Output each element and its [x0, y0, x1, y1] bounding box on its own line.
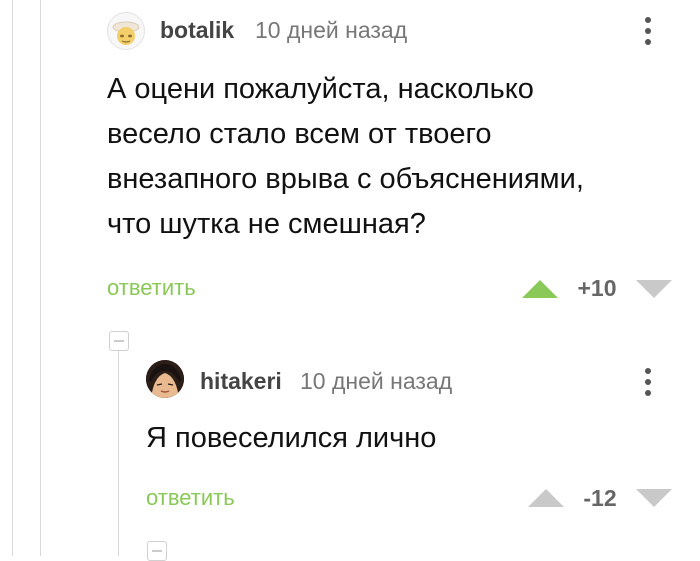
- downvote-arrow-icon[interactable]: [636, 280, 672, 298]
- comment-text-line: А оцени пожалуйста, насколько: [107, 73, 534, 105]
- collapse-thread-icon[interactable]: [147, 541, 167, 561]
- reply-button[interactable]: ответить: [146, 485, 235, 511]
- thread-line-level-1: [40, 0, 41, 556]
- downvote-arrow-icon[interactable]: [636, 489, 672, 507]
- thread-line-level-2: [118, 350, 119, 556]
- comment-timestamp[interactable]: 10 дней назад: [300, 368, 452, 395]
- upvote-arrow-icon[interactable]: [528, 489, 564, 507]
- comment-rating: +10: [577, 275, 617, 301]
- more-vertical-icon[interactable]: [643, 17, 653, 45]
- comment-text-line: весело стало всем от твоего: [107, 118, 492, 150]
- reply-button[interactable]: ответить: [107, 275, 196, 301]
- comment-text: Я повеселился лично: [146, 416, 436, 461]
- comment-text: А оцени пожалуйста, насколько весело ста…: [107, 67, 584, 247]
- comment-author[interactable]: botalik: [160, 17, 234, 44]
- comment-text-line: внезапного врыва с объяснениями,: [107, 163, 584, 195]
- avatar-hitakeri[interactable]: [146, 360, 184, 398]
- comment-author[interactable]: hitakeri: [200, 368, 282, 395]
- avatar-image: [112, 21, 140, 45]
- collapse-thread-icon[interactable]: [109, 331, 129, 351]
- upvote-arrow-icon[interactable]: [522, 280, 558, 298]
- comment-rating: -12: [583, 485, 617, 511]
- avatar-botalik[interactable]: [107, 12, 145, 50]
- comment-text-line: Я повеселился лично: [146, 422, 437, 454]
- avatar-image: [146, 360, 184, 398]
- thread-line-outer: [12, 0, 13, 556]
- comment-timestamp[interactable]: 10 дней назад: [255, 17, 407, 44]
- more-vertical-icon[interactable]: [643, 368, 653, 396]
- comment-text-line: что шутка не смешная?: [107, 208, 426, 240]
